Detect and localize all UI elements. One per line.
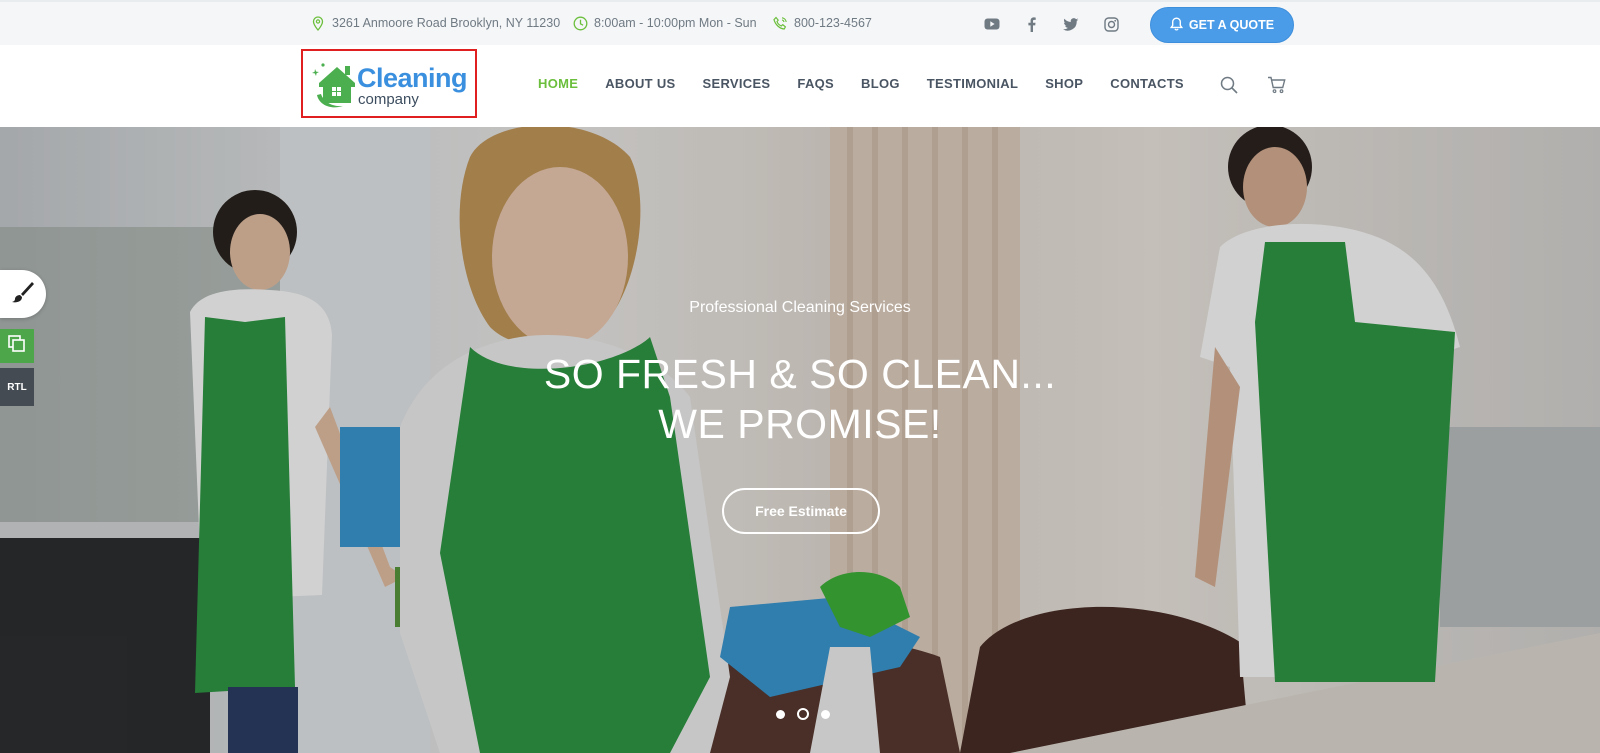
map-pin-icon	[310, 15, 326, 31]
free-estimate-button[interactable]: Free Estimate	[722, 488, 880, 534]
cart-icon[interactable]	[1266, 75, 1286, 95]
hero-title-line-2: WE PROMISE!	[658, 401, 942, 447]
nav-item-home[interactable]: HOME	[538, 76, 578, 91]
nav-item-testimonial[interactable]: TESTIMONIAL	[927, 76, 1018, 91]
hours-text: 8:00am - 10:00pm Mon - Sun	[594, 16, 757, 30]
demos-button[interactable]	[0, 329, 34, 363]
hero-slider: Professional Cleaning Services SO FRESH …	[0, 127, 1600, 753]
nav-item-faqs[interactable]: FAQS	[797, 76, 834, 91]
rtl-toggle[interactable]: RTL	[0, 368, 34, 406]
style-switcher-button[interactable]	[0, 270, 46, 318]
top-bar: 3261 Anmoore Road Brooklyn, NY 11230 8:0…	[0, 0, 1600, 45]
logo[interactable]: Cleaning company	[301, 49, 477, 118]
nav-item-services[interactable]: SERVICES	[703, 76, 771, 91]
house-logo-icon	[311, 59, 361, 116]
twitter-icon[interactable]	[1062, 15, 1080, 33]
nav-item-shop[interactable]: SHOP	[1045, 76, 1083, 91]
phone-icon	[772, 15, 788, 31]
nav-item-about-us[interactable]: ABOUT US	[605, 76, 675, 91]
search-icon[interactable]	[1219, 75, 1239, 95]
get-a-quote-label: GET A QUOTE	[1188, 18, 1275, 32]
nav-item-contacts[interactable]: CONTACTS	[1110, 76, 1184, 91]
slider-dot-2[interactable]	[797, 708, 809, 720]
logo-text-cleaning: Cleaning	[357, 63, 468, 93]
main-nav: HOME ABOUT US SERVICES FAQS BLOG TESTIMO…	[538, 76, 1184, 91]
slider-dots	[776, 708, 830, 720]
facebook-icon[interactable]	[1022, 15, 1040, 33]
bell-icon	[1169, 16, 1183, 34]
address-text: 3261 Anmoore Road Brooklyn, NY 11230	[332, 16, 561, 30]
clock-icon	[572, 15, 588, 31]
phone-text: 800-123-4567	[794, 16, 872, 30]
youtube-icon[interactable]	[983, 15, 1001, 33]
logo-text-company: company	[358, 91, 419, 108]
phone[interactable]: 800-123-4567	[772, 15, 872, 31]
layers-icon	[7, 334, 27, 359]
main-header: Cleaning company HOME ABOUT US SERVICES …	[0, 45, 1600, 127]
hours: 8:00am - 10:00pm Mon - Sun	[572, 15, 757, 31]
nav-item-blog[interactable]: BLOG	[861, 76, 900, 91]
slider-dot-3[interactable]	[821, 709, 830, 719]
address: 3261 Anmoore Road Brooklyn, NY 11230	[310, 15, 560, 31]
instagram-icon[interactable]	[1102, 15, 1120, 33]
hero-title-line-1: SO FRESH & SO CLEAN...	[543, 351, 1057, 397]
paintbrush-icon	[11, 280, 35, 309]
slider-dot-1[interactable]	[776, 709, 785, 719]
hero-title: SO FRESH & SO CLEAN... WE PROMISE!	[0, 349, 1600, 449]
hero-subtitle: Professional Cleaning Services	[689, 299, 911, 316]
get-a-quote-button[interactable]: GET A QUOTE	[1150, 7, 1294, 43]
